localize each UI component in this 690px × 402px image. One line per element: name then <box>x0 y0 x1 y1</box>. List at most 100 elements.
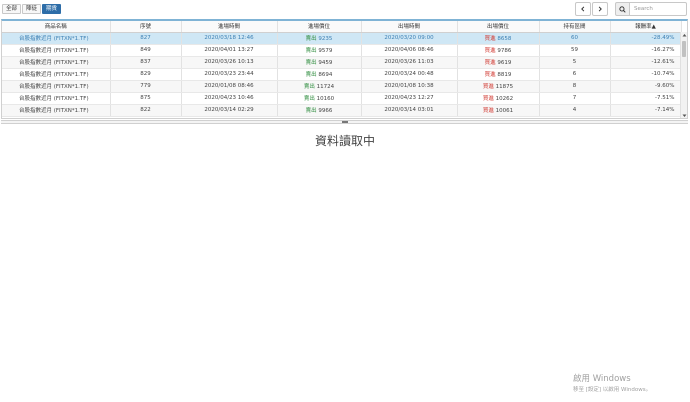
filter-all-button[interactable]: 全部 <box>2 4 22 14</box>
table-row[interactable]: 台股指數近月 (FITXN*1.TF) 822 2020/03/14 02:29… <box>2 104 682 117</box>
side-badge: 賣出 <box>305 48 317 54</box>
pager <box>574 2 608 16</box>
cell-entry-price: 賣出 9235 <box>277 32 362 45</box>
vertical-scrollbar[interactable] <box>680 32 687 118</box>
column-header-hold-period[interactable]: 持有區間 <box>539 21 611 33</box>
column-header-return[interactable]: 報酬率▲ <box>610 21 682 33</box>
side-badge: 買進 <box>484 72 496 78</box>
cell-exit-time: 2020/03/14 03:01 <box>361 104 458 117</box>
cell-exit-price: 買進 8658 <box>457 32 540 45</box>
trade-grid: 商品名稱 序號 進場時間 進場價位 出場時間 出場價位 持有區間 報酬率▲ 台股… <box>2 21 682 117</box>
side-badge: 賣出 <box>305 60 317 66</box>
toolbar: 全部 陣徒 期貨 <box>0 0 690 18</box>
cell-entry-time: 2020/03/14 02:29 <box>181 104 278 117</box>
side-badge: 買進 <box>484 60 496 66</box>
cell-entry-price: 賣出 9966 <box>277 104 362 117</box>
search-input[interactable] <box>630 2 687 16</box>
filter-button-group: 全部 陣徒 期貨 <box>2 4 62 14</box>
side-badge: 賣出 <box>305 36 317 42</box>
next-page-button[interactable] <box>592 2 608 16</box>
side-badge: 買進 <box>484 48 496 54</box>
cell-return: -10.74% <box>610 68 682 81</box>
cell-entry-time: 2020/03/18 12:46 <box>181 32 278 45</box>
cell-seq: 822 <box>110 104 182 117</box>
table-row[interactable]: 台股指數近月 (FITXN*1.TF) 829 2020/03/23 23:44… <box>2 68 682 81</box>
filter-stock-button[interactable]: 陣徒 <box>22 4 42 14</box>
chevron-right-icon <box>598 6 602 12</box>
cell-return: -28.49% <box>610 32 682 45</box>
table-row[interactable]: 台股指數近月 (FITXN*1.TF) 827 2020/03/18 12:46… <box>2 32 682 45</box>
side-badge: 買進 <box>482 108 494 114</box>
cell-seq: 849 <box>110 44 182 57</box>
trade-table: 商品名稱 序號 進場時間 進場價位 出場時間 出場價位 持有區間 報酬率▲ 台股… <box>1 19 688 119</box>
cell-product: 台股指數近月 (FITXN*1.TF) <box>2 104 111 117</box>
table-row[interactable]: 台股指數近月 (FITXN*1.TF) 779 2020/01/08 08:46… <box>2 80 682 93</box>
cell-return: -7.51% <box>610 92 682 105</box>
cell-return: -7.14% <box>610 104 682 117</box>
search-box <box>615 2 687 16</box>
cell-return: -16.27% <box>610 44 682 57</box>
column-header-entry-price[interactable]: 進場價位 <box>277 21 362 33</box>
cell-entry-price: 賣出 10160 <box>277 92 362 105</box>
cell-product: 台股指數近月 (FITXN*1.TF) <box>2 44 111 57</box>
cell-entry-price: 賣出 9579 <box>277 44 362 57</box>
cell-seq: 827 <box>110 32 182 45</box>
cell-hold-period: 6 <box>539 68 611 81</box>
side-badge: 買進 <box>484 36 496 42</box>
chevron-left-icon <box>581 6 585 12</box>
cell-entry-time: 2020/03/26 10:13 <box>181 56 278 69</box>
table-row[interactable]: 台股指數近月 (FITXN*1.TF) 849 2020/04/01 13:27… <box>2 44 682 57</box>
column-header-seq[interactable]: 序號 <box>110 21 182 33</box>
side-badge: 買進 <box>482 84 494 90</box>
cell-hold-period: 60 <box>539 32 611 45</box>
prev-page-button[interactable] <box>575 2 591 16</box>
table-row[interactable]: 台股指數近月 (FITXN*1.TF) 837 2020/03/26 10:13… <box>2 56 682 69</box>
cell-exit-time: 2020/04/06 08:46 <box>361 44 458 57</box>
cell-return: -12.61% <box>610 56 682 69</box>
cell-hold-period: 7 <box>539 92 611 105</box>
cell-seq: 829 <box>110 68 182 81</box>
cell-entry-time: 2020/03/23 23:44 <box>181 68 278 81</box>
column-header-exit-price[interactable]: 出場價位 <box>457 21 540 33</box>
cell-entry-price: 賣出 11724 <box>277 80 362 93</box>
cell-exit-time: 2020/03/20 09:00 <box>361 32 458 45</box>
cell-product: 台股指數近月 (FITXN*1.TF) <box>2 92 111 105</box>
column-header-exit-time[interactable]: 出場時間 <box>361 21 458 33</box>
search-icon <box>619 5 626 13</box>
side-badge: 賣出 <box>303 84 315 90</box>
cell-exit-price: 買進 11875 <box>457 80 540 93</box>
side-badge: 買進 <box>482 96 494 102</box>
cell-seq: 837 <box>110 56 182 69</box>
pane-splitter[interactable] <box>1 120 688 124</box>
cell-product: 台股指數近月 (FITXN*1.TF) <box>2 56 111 69</box>
cell-exit-price: 買進 9786 <box>457 44 540 57</box>
cell-exit-price: 買進 8819 <box>457 68 540 81</box>
side-badge: 賣出 <box>305 72 317 78</box>
cell-product: 台股指數近月 (FITXN*1.TF) <box>2 68 111 81</box>
cell-entry-time: 2020/04/01 13:27 <box>181 44 278 57</box>
cell-exit-price: 買進 10061 <box>457 104 540 117</box>
scroll-down-arrow-icon[interactable] <box>682 113 687 118</box>
side-badge: 賣出 <box>303 96 315 102</box>
cell-hold-period: 5 <box>539 56 611 69</box>
scrollbar-thumb[interactable] <box>682 41 686 57</box>
watermark-title: 啟用 Windows <box>573 374 631 384</box>
cell-product: 台股指數近月 (FITXN*1.TF) <box>2 80 111 93</box>
column-header-entry-time[interactable]: 進場時間 <box>181 21 278 33</box>
column-header-product[interactable]: 商品名稱 <box>2 21 111 33</box>
cell-product: 台股指數近月 (FITXN*1.TF) <box>2 32 111 45</box>
table-row[interactable]: 台股指數近月 (FITXN*1.TF) 875 2020/04/23 10:46… <box>2 92 682 105</box>
cell-exit-time: 2020/01/08 10:38 <box>361 80 458 93</box>
table-header-row: 商品名稱 序號 進場時間 進場價位 出場時間 出場價位 持有區間 報酬率▲ <box>2 21 682 33</box>
windows-activation-watermark: 啟用 Windows 移至 [設定] 以啟用 Windows。 <box>573 372 651 393</box>
scroll-up-arrow-icon[interactable] <box>682 33 687 38</box>
cell-hold-period: 4 <box>539 104 611 117</box>
search-button[interactable] <box>615 2 630 16</box>
cell-entry-time: 2020/01/08 08:46 <box>181 80 278 93</box>
splitter-grip-icon[interactable] <box>342 121 348 123</box>
cell-exit-time: 2020/04/23 12:27 <box>361 92 458 105</box>
cell-seq: 779 <box>110 80 182 93</box>
filter-futures-button[interactable]: 期貨 <box>42 4 62 14</box>
cell-hold-period: 59 <box>539 44 611 57</box>
cell-hold-period: 8 <box>539 80 611 93</box>
